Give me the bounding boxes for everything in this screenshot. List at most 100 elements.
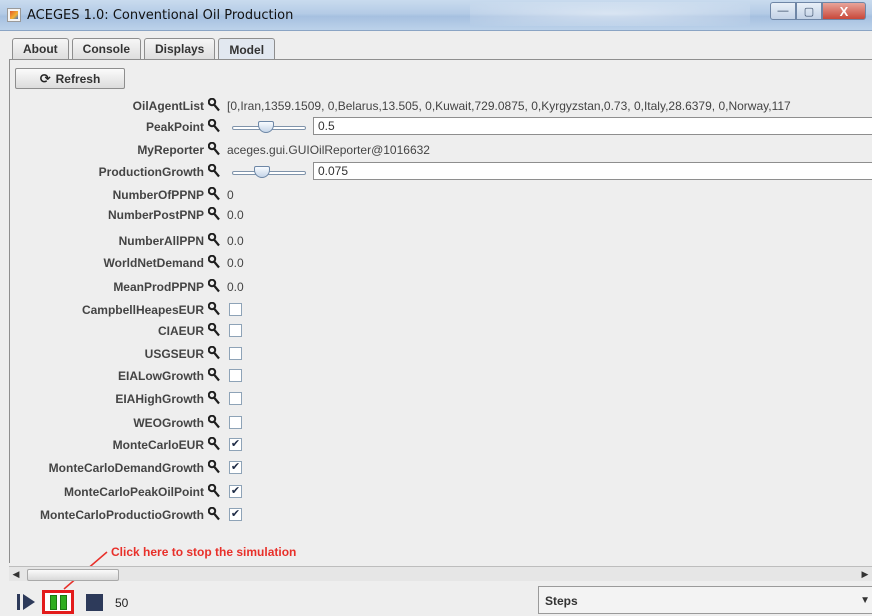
window-controls: — ▢ X bbox=[770, 2, 866, 22]
property-value: 0.0 bbox=[227, 256, 244, 270]
wrench-icon[interactable] bbox=[207, 206, 220, 221]
pause-icon-bar bbox=[59, 594, 67, 610]
close-button[interactable]: X bbox=[822, 2, 866, 20]
slider-thumb[interactable] bbox=[258, 121, 274, 133]
wrench-icon[interactable] bbox=[207, 118, 220, 133]
property-label: MonteCarloDemandGrowth bbox=[48, 461, 204, 475]
java-app-icon bbox=[7, 8, 21, 22]
property-row: MonteCarloDemandGrowth ✔ bbox=[0, 458, 872, 478]
wrench-icon[interactable] bbox=[207, 254, 220, 269]
simulation-controls: 50 Steps ▼ bbox=[0, 586, 872, 616]
window-title: ACEGES 1.0: Conventional Oil Production bbox=[27, 8, 294, 23]
scroll-right-arrow-icon[interactable]: ▶ bbox=[858, 567, 872, 581]
refresh-button[interactable]: ⟳ Refresh bbox=[15, 68, 125, 89]
property-row: NumberAllPPN 0.0 bbox=[0, 231, 872, 251]
wrench-icon[interactable] bbox=[207, 232, 220, 247]
wrench-icon[interactable] bbox=[207, 163, 220, 178]
property-row: MonteCarloEUR ✔ bbox=[0, 435, 872, 455]
property-checkbox[interactable] bbox=[229, 347, 242, 360]
pause-icon bbox=[49, 594, 57, 610]
property-checkbox[interactable] bbox=[229, 416, 242, 429]
slider-thumb[interactable] bbox=[254, 166, 270, 178]
tab-bar: About Console Displays Model bbox=[12, 38, 278, 60]
wrench-icon[interactable] bbox=[207, 97, 220, 112]
title-bar-glow bbox=[470, 2, 750, 26]
property-row: PeakPoint 0.5 bbox=[0, 117, 872, 137]
scrollbar-thumb[interactable] bbox=[27, 569, 119, 581]
property-row: CampbellHeapesEUR bbox=[0, 300, 872, 320]
minimize-button[interactable]: — bbox=[770, 2, 796, 20]
maximize-button[interactable]: ▢ bbox=[796, 2, 822, 20]
property-value: [0,Iran,1359.1509, 0,Belarus,13.505, 0,K… bbox=[227, 99, 791, 113]
property-row: OilAgentList [0,Iran,1359.1509, 0,Belarus… bbox=[0, 96, 872, 116]
property-row: ProductionGrowth 0.075 bbox=[0, 162, 872, 182]
property-label: NumberPostPNP bbox=[107, 208, 204, 222]
property-label: MonteCarloPeakOilPoint bbox=[63, 485, 204, 499]
wrench-icon[interactable] bbox=[207, 345, 220, 360]
property-checkbox[interactable] bbox=[229, 369, 242, 382]
property-label: NumberAllPPN bbox=[118, 234, 204, 248]
property-label: WorldNetDemand bbox=[103, 256, 204, 270]
property-row: MeanProdPPNP 0.0 bbox=[0, 277, 872, 297]
wrench-icon[interactable] bbox=[207, 322, 220, 337]
wrench-icon[interactable] bbox=[207, 141, 220, 156]
wrench-icon[interactable] bbox=[207, 414, 220, 429]
property-checkbox[interactable] bbox=[229, 303, 242, 316]
wrench-icon[interactable] bbox=[207, 483, 220, 498]
steps-dropdown[interactable]: Steps ▼ bbox=[538, 586, 872, 614]
horizontal-scrollbar[interactable]: ◀ ▶ bbox=[9, 566, 872, 581]
wrench-icon[interactable] bbox=[207, 301, 220, 316]
title-bar: ACEGES 1.0: Conventional Oil Production … bbox=[0, 0, 872, 31]
property-row: EIAHighGrowth bbox=[0, 389, 872, 409]
wrench-icon[interactable] bbox=[207, 278, 220, 293]
property-value-field[interactable]: 0.5 bbox=[313, 117, 872, 135]
property-checkbox[interactable] bbox=[229, 392, 242, 405]
tab-displays[interactable]: Displays bbox=[144, 38, 216, 59]
refresh-button-label: Refresh bbox=[55, 71, 101, 86]
step-count: 50 bbox=[115, 596, 129, 610]
wrench-icon[interactable] bbox=[207, 459, 220, 474]
property-label: MeanProdPPNP bbox=[113, 280, 204, 294]
property-value: 0.0 bbox=[227, 280, 244, 294]
property-row: WEOGrowth bbox=[0, 413, 872, 433]
property-value: 0.0 bbox=[227, 234, 244, 248]
property-value: 0.0 bbox=[227, 208, 244, 222]
wrench-icon[interactable] bbox=[207, 390, 220, 405]
pause-button[interactable] bbox=[42, 590, 74, 614]
property-label: EIALowGrowth bbox=[118, 369, 204, 383]
property-row: NumberPostPNP 0.0 bbox=[0, 205, 872, 225]
property-checkbox[interactable]: ✔ bbox=[229, 461, 242, 474]
property-slider[interactable] bbox=[232, 121, 306, 133]
property-slider[interactable] bbox=[232, 166, 306, 178]
property-row: MonteCarloPeakOilPoint ✔ bbox=[0, 482, 872, 502]
property-checkbox[interactable]: ✔ bbox=[229, 438, 242, 451]
property-checkbox[interactable]: ✔ bbox=[229, 485, 242, 498]
property-label: ProductionGrowth bbox=[98, 165, 204, 179]
property-value-field[interactable]: 0.075 bbox=[313, 162, 872, 180]
step-play-icon[interactable] bbox=[17, 594, 35, 610]
property-value: 0 bbox=[227, 188, 234, 202]
property-label: MonteCarloProductioGrowth bbox=[40, 508, 204, 522]
tab-console[interactable]: Console bbox=[71, 38, 141, 59]
wrench-icon[interactable] bbox=[207, 367, 220, 382]
scroll-left-arrow-icon[interactable]: ◀ bbox=[9, 567, 23, 581]
property-label: CIAEUR bbox=[157, 324, 204, 338]
wrench-icon[interactable] bbox=[207, 436, 220, 451]
wrench-icon[interactable] bbox=[207, 186, 220, 201]
chevron-down-icon: ▼ bbox=[860, 595, 870, 606]
wrench-icon[interactable] bbox=[207, 506, 220, 521]
property-row: USGSEUR bbox=[0, 344, 872, 364]
property-row: NumberOfPPNP 0 bbox=[0, 185, 872, 205]
property-label: EIAHighGrowth bbox=[115, 392, 204, 406]
property-row: MonteCarloProductioGrowth ✔ bbox=[0, 505, 872, 525]
property-label: CampbellHeapesEUR bbox=[81, 303, 204, 317]
tab-about[interactable]: About bbox=[12, 38, 69, 59]
stop-icon[interactable] bbox=[86, 594, 103, 611]
annotation-text: Click here to stop the simulation bbox=[111, 545, 297, 559]
property-checkbox[interactable] bbox=[229, 324, 242, 337]
property-checkbox[interactable]: ✔ bbox=[229, 508, 242, 521]
tab-model[interactable]: Model bbox=[218, 38, 276, 60]
property-row: WorldNetDemand 0.0 bbox=[0, 253, 872, 273]
steps-dropdown-value: Steps bbox=[545, 594, 578, 608]
property-label: MyReporter bbox=[137, 143, 204, 157]
